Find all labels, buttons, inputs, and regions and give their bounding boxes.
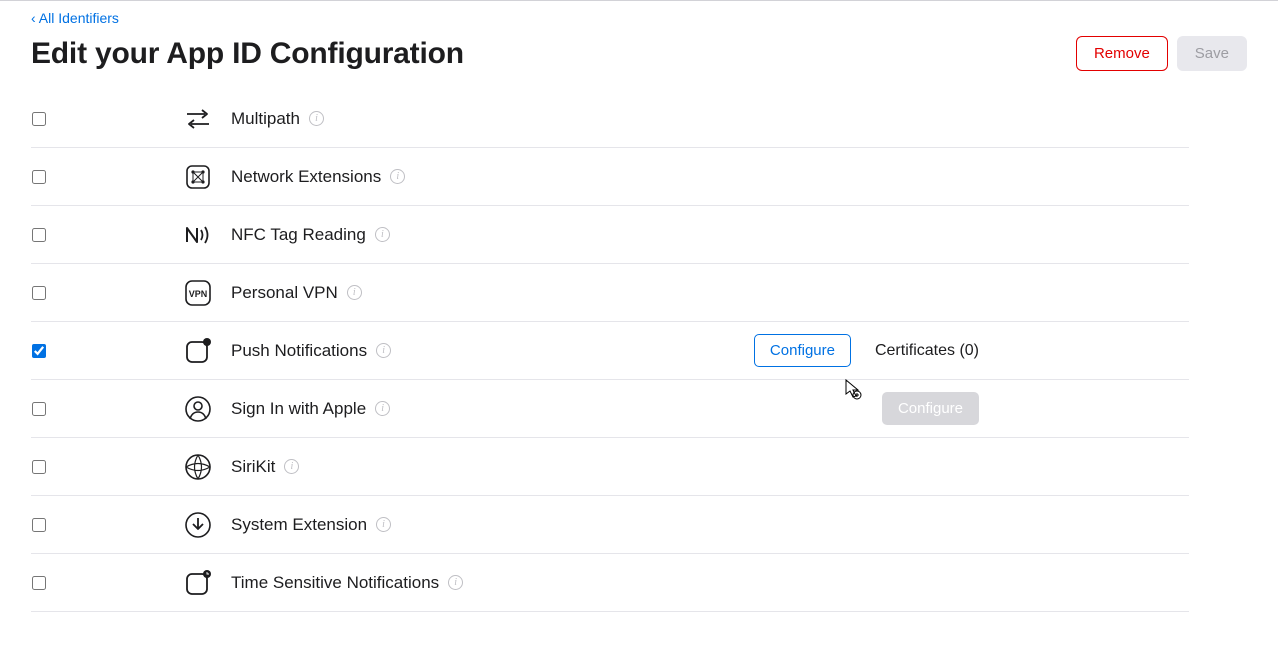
download-icon bbox=[183, 510, 213, 540]
nfc-label: NFC Tag Reading bbox=[231, 225, 366, 245]
siwa-checkbox[interactable] bbox=[32, 402, 46, 416]
info-icon[interactable]: i bbox=[284, 459, 299, 474]
capability-row-push: Push Notifications i Configure Certifica… bbox=[31, 322, 1189, 380]
info-icon[interactable]: i bbox=[448, 575, 463, 590]
siri-label: SiriKit bbox=[231, 457, 275, 477]
remove-button[interactable]: Remove bbox=[1076, 36, 1168, 71]
network-extensions-icon bbox=[183, 162, 213, 192]
multipath-checkbox[interactable] bbox=[32, 112, 46, 126]
capability-row-siri: SiriKit i bbox=[31, 438, 1189, 496]
capability-row-network: Network Extensions i bbox=[31, 148, 1189, 206]
siwa-configure-button: Configure bbox=[882, 392, 979, 425]
time-sensitive-icon bbox=[183, 568, 213, 598]
capability-row-sysext: System Extension i bbox=[31, 496, 1189, 554]
back-link[interactable]: All Identifiers bbox=[31, 10, 119, 26]
person-icon bbox=[183, 394, 213, 424]
info-icon[interactable]: i bbox=[309, 111, 324, 126]
multipath-icon bbox=[183, 104, 213, 134]
push-label: Push Notifications bbox=[231, 341, 367, 361]
info-icon[interactable]: i bbox=[347, 285, 362, 300]
info-icon[interactable]: i bbox=[376, 343, 391, 358]
vpn-icon: VPN bbox=[183, 278, 213, 308]
push-notifications-icon bbox=[183, 336, 213, 366]
vpn-label: Personal VPN bbox=[231, 283, 338, 303]
page-title: Edit your App ID Configuration bbox=[31, 37, 464, 71]
nfc-checkbox[interactable] bbox=[32, 228, 46, 242]
sysext-checkbox[interactable] bbox=[32, 518, 46, 532]
capability-row-nfc: NFC Tag Reading i bbox=[31, 206, 1189, 264]
network-label: Network Extensions bbox=[231, 167, 381, 187]
siri-checkbox[interactable] bbox=[32, 460, 46, 474]
nfc-icon bbox=[183, 220, 213, 250]
svg-text:VPN: VPN bbox=[189, 289, 208, 299]
info-icon[interactable]: i bbox=[376, 517, 391, 532]
save-button: Save bbox=[1177, 36, 1247, 71]
siri-icon bbox=[183, 452, 213, 482]
tsn-label: Time Sensitive Notifications bbox=[231, 573, 439, 593]
push-configure-button[interactable]: Configure bbox=[754, 334, 851, 367]
info-icon[interactable]: i bbox=[375, 401, 390, 416]
push-certificates-text: Certificates (0) bbox=[875, 342, 979, 360]
capability-row-vpn: VPN Personal VPN i bbox=[31, 264, 1189, 322]
network-checkbox[interactable] bbox=[32, 170, 46, 184]
sysext-label: System Extension bbox=[231, 515, 367, 535]
multipath-label: Multipath bbox=[231, 109, 300, 129]
push-checkbox[interactable] bbox=[32, 344, 46, 358]
capability-row-siwa: Sign In with Apple i Configure bbox=[31, 380, 1189, 438]
siwa-label: Sign In with Apple bbox=[231, 399, 366, 419]
tsn-checkbox[interactable] bbox=[32, 576, 46, 590]
info-icon[interactable]: i bbox=[375, 227, 390, 242]
vpn-checkbox[interactable] bbox=[32, 286, 46, 300]
info-icon[interactable]: i bbox=[390, 169, 405, 184]
capability-row-tsn: Time Sensitive Notifications i bbox=[31, 554, 1189, 612]
